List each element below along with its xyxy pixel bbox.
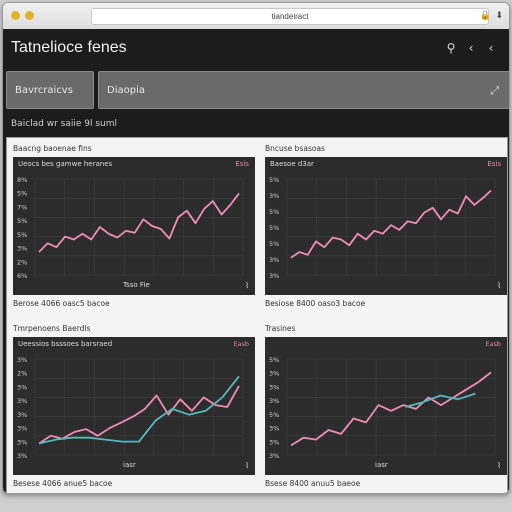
filter-button-1[interactable]: Bavrcraicvs (6, 71, 94, 109)
chart-card: Trasines Easb 5% 3% 3% 3% 5% 3% 3% 3% iasr ⌇ Bs… (259, 322, 507, 492)
y-tick-label: 3% (269, 438, 279, 446)
axis-icon: ⌇ (245, 281, 249, 290)
charts-panel: Baacng baoenae fins Ueocs bes gamwe hera… (6, 137, 508, 493)
page-title: Tatnelioce fenes (11, 39, 127, 56)
browser-window: tiandeiract 🔒 ⬇ Tatnelioce fenes ⚲ ‹ ‹ B… (2, 2, 510, 494)
chart-plot: Ueocs bes gamwe heranes Esis 8% 5% 7% 5% 5% 3… (13, 157, 255, 295)
chart-card: Baacng baoenae fins Ueocs bes gamwe hera… (7, 142, 255, 312)
card-footer: Besese 4066 anue5 bacoe (13, 479, 113, 488)
filters-bar: Bavrcraicvs Diaopia ⤢ (3, 71, 509, 111)
y-tick-label: 3% (17, 438, 27, 446)
y-tick-label: 3% (269, 425, 279, 433)
card-footer: Berose 4066 oasc5 bacoe (13, 299, 110, 308)
card-title: Trasines (265, 324, 296, 333)
back-icon[interactable]: ‹ (465, 41, 477, 55)
download-icon[interactable]: ⬇ (495, 10, 503, 22)
y-tick-label: 3% (269, 272, 279, 280)
lock-icon[interactable]: 🔒 (480, 10, 491, 22)
axis-icon: ⌇ (245, 461, 249, 470)
window-button-circle[interactable] (25, 11, 34, 20)
y-tick-label: 3% (17, 245, 27, 253)
y-tick-label: 5% (269, 356, 279, 364)
y-tick-label: 3% (269, 256, 279, 264)
y-tick-label: 2% (17, 370, 27, 378)
y-tick-label: 5% (17, 190, 27, 198)
plot-x-label: iasr (123, 461, 136, 469)
chart-card: Tmrpenoens Baerdls Ueessios bsssoes bars… (7, 322, 255, 492)
y-tick-label: 3% (269, 370, 279, 378)
expand-icon[interactable]: ⤢ (490, 72, 499, 110)
y-tick-label: 3% (17, 452, 27, 460)
y-tick-label: 5% (17, 217, 27, 225)
y-tick-label: 3% (17, 425, 27, 433)
section-subtitle: Baiclad wr saiie 9l suml (11, 119, 118, 129)
grid (286, 358, 496, 456)
chart-card: Bncuse bsasoas Baesoe d3ar Esis 5% 3% 5% 5%… (259, 142, 507, 312)
series-line (290, 189, 492, 259)
y-tick-label: 5% (269, 208, 279, 216)
y-tick-label: 8% (17, 176, 27, 184)
card-footer: Bsese 8400 anuu5 baeoe (265, 479, 361, 488)
card-title: Baacng baoenae fins (13, 144, 92, 153)
y-tick-label: 3% (269, 383, 279, 391)
filter-button-2[interactable]: Diaopia ⤢ (98, 71, 509, 110)
titlebar: tiandeiract 🔒 ⬇ (3, 3, 509, 30)
grid (286, 178, 496, 276)
filter-label: Bavrcraicvs (15, 85, 73, 96)
y-tick-label: 3% (269, 397, 279, 405)
y-tick-label: 3% (269, 192, 279, 200)
series-line (290, 371, 492, 447)
plot-x-label: Tsso Fie (123, 281, 150, 289)
series-line (38, 192, 240, 253)
chart-plot: Easb 5% 3% 3% 3% 5% 3% 3% 3% iasr ⌇ (265, 337, 507, 475)
axis-icon: ⌇ (497, 461, 501, 470)
filter-label: Diaopia (107, 85, 145, 96)
series-line (38, 375, 240, 445)
card-title: Bncuse bsasoas (265, 144, 325, 153)
y-tick-label: 5% (269, 240, 279, 248)
y-tick-label: 7% (17, 203, 27, 211)
y-tick-label: 3% (17, 383, 27, 391)
plot-x-label: iasr (375, 461, 388, 469)
back-icon[interactable]: ‹ (485, 41, 497, 55)
window-button-circle[interactable] (11, 11, 20, 20)
y-tick-label: 3% (17, 397, 27, 405)
y-tick-label: 6% (17, 272, 27, 280)
axis-icon: ⌇ (497, 281, 501, 290)
chart-plot: Ueessios bsssoes barsraed Easb 3% 2% 3% 3% 3… (13, 337, 255, 475)
chart-plot: Baesoe d3ar Esis 5% 3% 5% 5% 5% 3% 3% ⌇ (265, 157, 507, 295)
app-content: Tatnelioce fenes ⚲ ‹ ‹ Bavrcraicvs Diaop… (3, 29, 509, 493)
y-tick-label: 3% (17, 356, 27, 364)
series-line (38, 385, 240, 445)
y-tick-label: 2% (17, 258, 27, 266)
address-bar[interactable]: tiandeiract (91, 8, 489, 25)
card-title: Tmrpenoens Baerdls (13, 324, 91, 333)
card-footer: Besiose 8400 oaso3 bacoe (265, 299, 366, 308)
search-icon[interactable]: ⚲ (445, 41, 457, 55)
y-tick-label: 5% (269, 224, 279, 232)
y-tick-label: 5% (269, 411, 279, 419)
y-tick-label: 5% (17, 231, 27, 239)
header-icons: ⚲ ‹ ‹ (445, 41, 497, 55)
y-tick-label: 3% (17, 411, 27, 419)
y-tick-label: 5% (269, 176, 279, 184)
y-tick-label: 3% (269, 452, 279, 460)
